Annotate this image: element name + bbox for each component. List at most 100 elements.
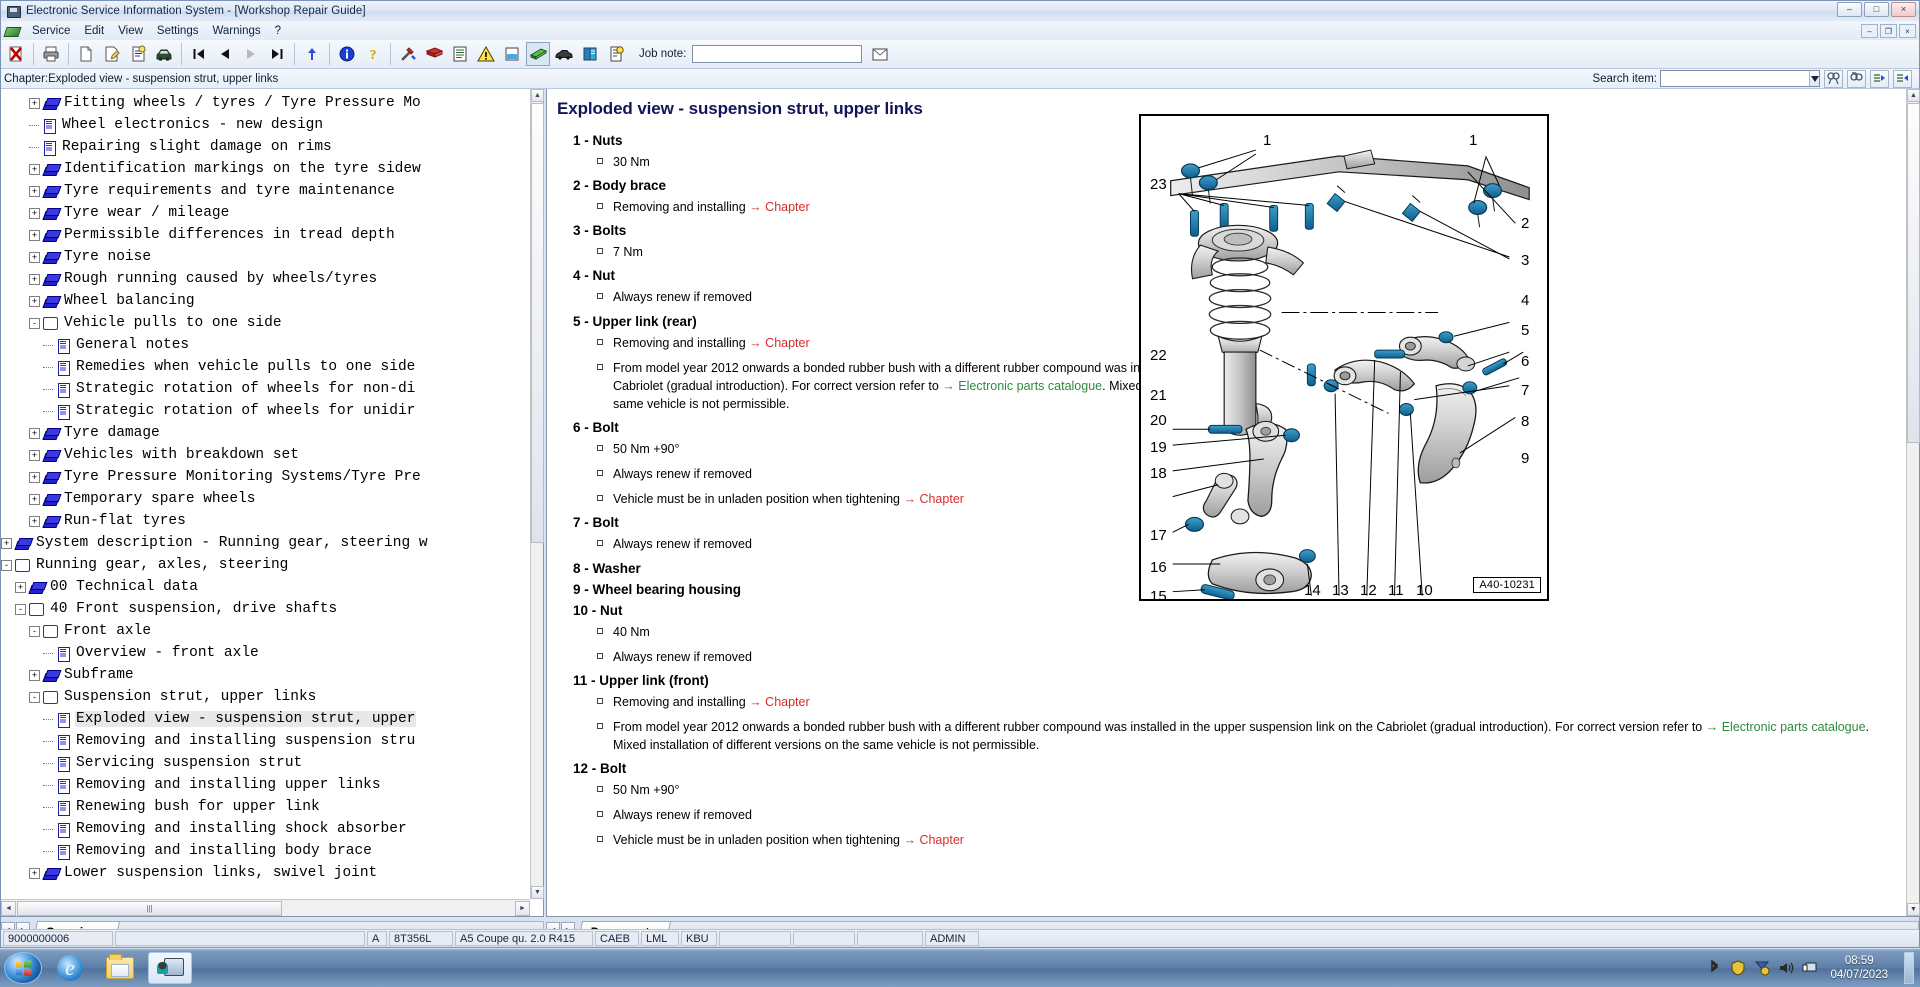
workshop-guide-icon[interactable]	[526, 42, 550, 66]
tree-node[interactable]: Removing and installing body brace	[1, 840, 530, 862]
tree-node[interactable]: Strategic rotation of wheels for non-di	[1, 378, 530, 400]
tree-node[interactable]: + Tyre requirements and tyre maintenance	[1, 180, 530, 202]
tree-node[interactable]: + Wheel balancing	[1, 290, 530, 312]
job-note-input[interactable]	[692, 45, 863, 63]
doc-scroll-down-arrow[interactable]: ▼	[1907, 903, 1920, 916]
taskbar-ie-button[interactable]	[48, 952, 92, 984]
first-page-icon[interactable]	[187, 42, 211, 66]
expand-icon[interactable]: +	[1, 537, 12, 549]
edit-document-icon[interactable]	[100, 42, 124, 66]
next-page-icon[interactable]	[239, 42, 263, 66]
expand-icon[interactable]: +	[29, 867, 40, 879]
chapter-link[interactable]: → Chapter	[903, 492, 963, 506]
mdi-close-button[interactable]: ×	[1899, 24, 1916, 38]
tree-node[interactable]: + Identification markings on the tyre sid…	[1, 158, 530, 180]
expand-icon[interactable]: +	[29, 449, 40, 461]
tree-node[interactable]: Servicing suspension strut	[1, 752, 530, 774]
expand-icon[interactable]: +	[29, 185, 40, 197]
tray-network-icon[interactable]	[1802, 960, 1818, 976]
tree-scroll-thumb[interactable]	[531, 103, 544, 543]
tree-node[interactable]: + Permissible differences in tread depth	[1, 224, 530, 246]
last-page-icon[interactable]	[265, 42, 289, 66]
scroll-down-arrow[interactable]: ▼	[531, 886, 544, 899]
tray-antivirus-icon[interactable]	[1754, 960, 1770, 976]
tree-node[interactable]: Removing and installing suspension stru	[1, 730, 530, 752]
list-previous-icon[interactable]	[1870, 69, 1889, 88]
search-find-next-icon[interactable]	[1847, 69, 1866, 88]
tree-node[interactable]: +00 Technical data	[1, 576, 530, 598]
search-input[interactable]	[1661, 71, 1809, 86]
menu-item-edit[interactable]: Edit	[77, 24, 111, 38]
chapter-link[interactable]: → Chapter	[749, 695, 809, 709]
tree-node[interactable]: Overview - front axle	[1, 642, 530, 664]
tree-node[interactable]: General notes	[1, 334, 530, 356]
tree-node[interactable]: Renewing bush for upper link	[1, 796, 530, 818]
tree-node[interactable]: + Run-flat tyres	[1, 510, 530, 532]
menu-item-warnings[interactable]: Warnings	[205, 24, 267, 38]
tools-icon[interactable]	[396, 42, 420, 66]
tree-node[interactable]: Repairing slight damage on rims	[1, 136, 530, 158]
repair-manual-icon[interactable]	[422, 42, 446, 66]
expand-icon[interactable]: +	[29, 229, 40, 241]
collapse-icon[interactable]: -	[29, 625, 40, 637]
chapter-link[interactable]: → Chapter	[903, 833, 963, 847]
tree-vertical-scrollbar[interactable]: ▲ ▼	[530, 89, 544, 899]
expand-icon[interactable]: +	[29, 295, 40, 307]
tray-volume-icon[interactable]	[1778, 960, 1794, 976]
document-vertical-scrollbar[interactable]: ▲ ▼	[1906, 89, 1920, 916]
tree-node[interactable]: + System description - Running gear, stee…	[1, 532, 530, 554]
expand-icon[interactable]: +	[29, 273, 40, 285]
jobnote-open-icon[interactable]	[868, 42, 892, 66]
exit-icon[interactable]	[4, 42, 28, 66]
minimize-button[interactable]: –	[1837, 2, 1862, 17]
tree-node[interactable]: + Rough running caused by wheels/tyres	[1, 268, 530, 290]
mdi-restore-button[interactable]: ❐	[1880, 24, 1897, 38]
menu-item-service[interactable]: Service	[25, 24, 77, 38]
expand-icon[interactable]: +	[29, 207, 40, 219]
taskbar-esi-button[interactable]	[148, 952, 192, 984]
show-desktop-button[interactable]	[1904, 952, 1914, 984]
start-button[interactable]	[4, 952, 42, 984]
expand-icon[interactable]: +	[29, 471, 40, 483]
maximize-button[interactable]: □	[1864, 2, 1889, 17]
info-icon[interactable]	[335, 42, 359, 66]
tray-bluetooth-icon[interactable]	[1706, 959, 1722, 976]
tree-node[interactable]: Exploded view - suspension strut, upper	[1, 708, 530, 730]
list-next-icon[interactable]	[1893, 69, 1912, 88]
scroll-right-arrow[interactable]: ►	[515, 900, 530, 916]
tree-node[interactable]: + Vehicles with breakdown set	[1, 444, 530, 466]
menu-item-settings[interactable]: Settings	[150, 24, 206, 38]
menu-item-help[interactable]: ?	[268, 24, 288, 38]
tree-node[interactable]: + Fitting wheels / tyres / Tyre Pressure …	[1, 92, 530, 114]
parts-catalogue-link[interactable]: → Electronic parts catalogue	[1706, 720, 1866, 734]
expand-icon[interactable]: +	[29, 515, 40, 527]
tree-node[interactable]: Remedies when vehicle pulls to one side	[1, 356, 530, 378]
tree-node[interactable]: + Tyre Pressure Monitoring Systems/Tyre P…	[1, 466, 530, 488]
up-level-icon[interactable]	[300, 42, 324, 66]
tray-security-shield-icon[interactable]	[1730, 960, 1746, 976]
help-icon[interactable]: ?	[361, 42, 385, 66]
navigation-tree[interactable]: + Fitting wheels / tyres / Tyre Pressure …	[1, 89, 530, 884]
collapse-icon[interactable]: -	[15, 603, 26, 615]
collapse-icon[interactable]: -	[29, 691, 40, 703]
expand-icon[interactable]: +	[29, 493, 40, 505]
tree-node[interactable]: + Tyre noise	[1, 246, 530, 268]
close-button[interactable]: ×	[1891, 2, 1916, 17]
print-icon[interactable]	[39, 42, 63, 66]
scroll-left-arrow[interactable]: ◄	[1, 900, 16, 916]
tree-node[interactable]: Strategic rotation of wheels for unidir	[1, 400, 530, 422]
mdi-minimize-button[interactable]: –	[1861, 24, 1878, 38]
chapter-link[interactable]: → Chapter	[749, 200, 809, 214]
tree-node[interactable]: + Subframe	[1, 664, 530, 686]
vehicle-icon[interactable]	[152, 42, 176, 66]
tree-node[interactable]: + Lower suspension links, swivel joint	[1, 862, 530, 884]
expand-icon[interactable]: +	[15, 581, 26, 593]
taskbar-explorer-button[interactable]	[98, 952, 142, 984]
expand-icon[interactable]: +	[29, 163, 40, 175]
previous-page-icon[interactable]	[213, 42, 237, 66]
search-combobox[interactable]	[1660, 70, 1820, 87]
technical-bulletin-icon[interactable]	[604, 42, 628, 66]
tree-node[interactable]: + Tyre wear / mileage	[1, 202, 530, 224]
search-find-icon[interactable]	[1824, 69, 1843, 88]
tree-horizontal-scrollbar[interactable]: ◄ ||| ►	[1, 899, 530, 916]
